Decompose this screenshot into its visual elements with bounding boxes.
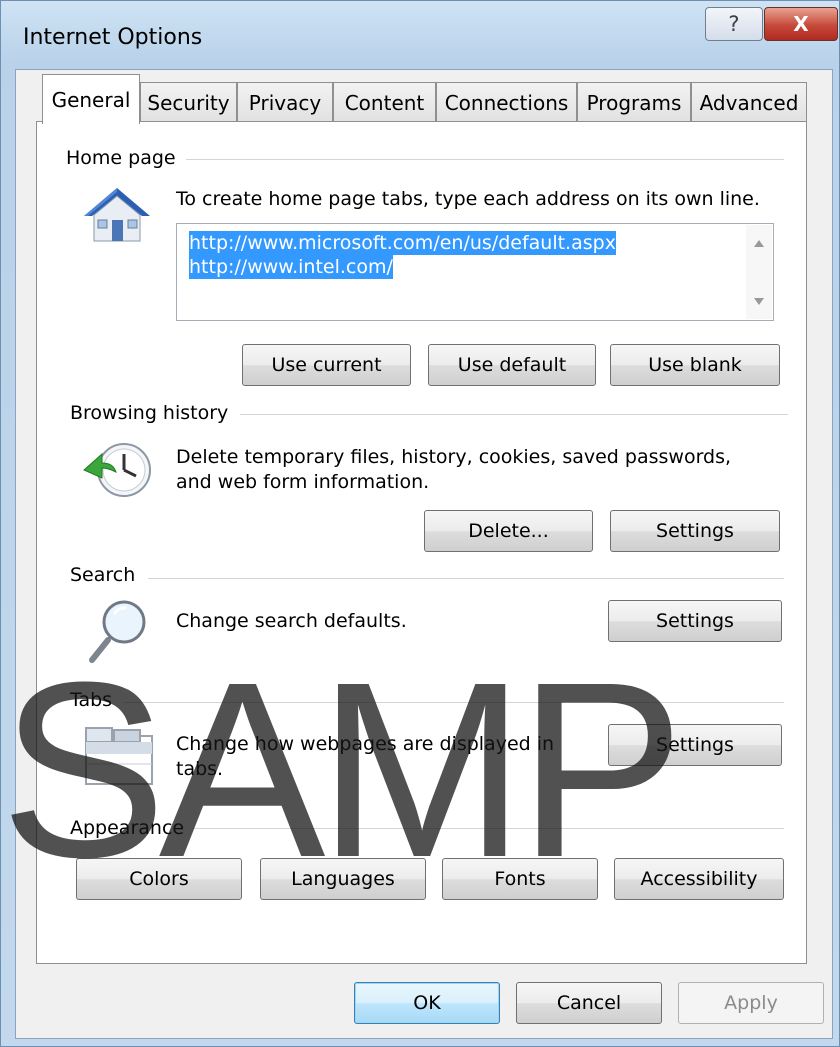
search-group-label: Search <box>70 564 146 586</box>
close-button[interactable]: X <box>764 7 838 41</box>
cancel-button[interactable]: Cancel <box>516 982 662 1024</box>
browsing-history-text-line-2: and web form information. <box>176 471 430 493</box>
scroll-down-icon <box>754 298 764 305</box>
scroll-up-icon <box>754 240 764 247</box>
apply-button[interactable]: Apply <box>678 982 824 1024</box>
home-page-instruction: To create home page tabs, type each addr… <box>176 188 760 210</box>
tab-advanced[interactable]: Advanced <box>691 82 807 122</box>
tab-security[interactable]: Security <box>140 82 237 122</box>
search-divider <box>148 578 784 579</box>
delete-history-button[interactable]: Delete... <box>424 510 593 552</box>
window-title: Internet Options <box>23 25 203 50</box>
tab-connections[interactable]: Connections <box>436 82 577 122</box>
home-page-address-2: http://www.intel.com/ <box>189 255 393 279</box>
help-button[interactable]: ? <box>705 7 763 41</box>
home-page-address-1: http://www.microsoft.com/en/us/default.a… <box>189 231 616 255</box>
history-settings-button[interactable]: Settings <box>610 510 780 552</box>
tab-general[interactable]: General <box>42 74 140 124</box>
use-default-button[interactable]: Use default <box>428 344 596 386</box>
title-bar[interactable]: Internet Options ? X <box>1 1 839 71</box>
house-icon <box>82 186 152 248</box>
ok-button[interactable]: OK <box>354 982 500 1024</box>
clock-arrow-icon <box>80 440 154 506</box>
browsing-history-divider <box>240 414 788 415</box>
tab-privacy[interactable]: Privacy <box>237 82 333 122</box>
sample-watermark: SAMP <box>0 630 685 909</box>
home-page-address-box[interactable]: http://www.microsoft.com/en/us/default.a… <box>176 223 774 321</box>
use-current-button[interactable]: Use current <box>242 344 411 386</box>
home-page-divider <box>186 159 784 160</box>
browsing-history-group-label: Browsing history <box>70 402 239 424</box>
browsing-history-text-line-1: Delete temporary files, history, cookies… <box>176 446 732 468</box>
tab-programs[interactable]: Programs <box>577 82 691 122</box>
address-scrollbar[interactable] <box>746 225 772 319</box>
use-blank-button[interactable]: Use blank <box>610 344 780 386</box>
home-page-group-label: Home page <box>66 147 186 169</box>
tab-content[interactable]: Content <box>333 82 436 122</box>
